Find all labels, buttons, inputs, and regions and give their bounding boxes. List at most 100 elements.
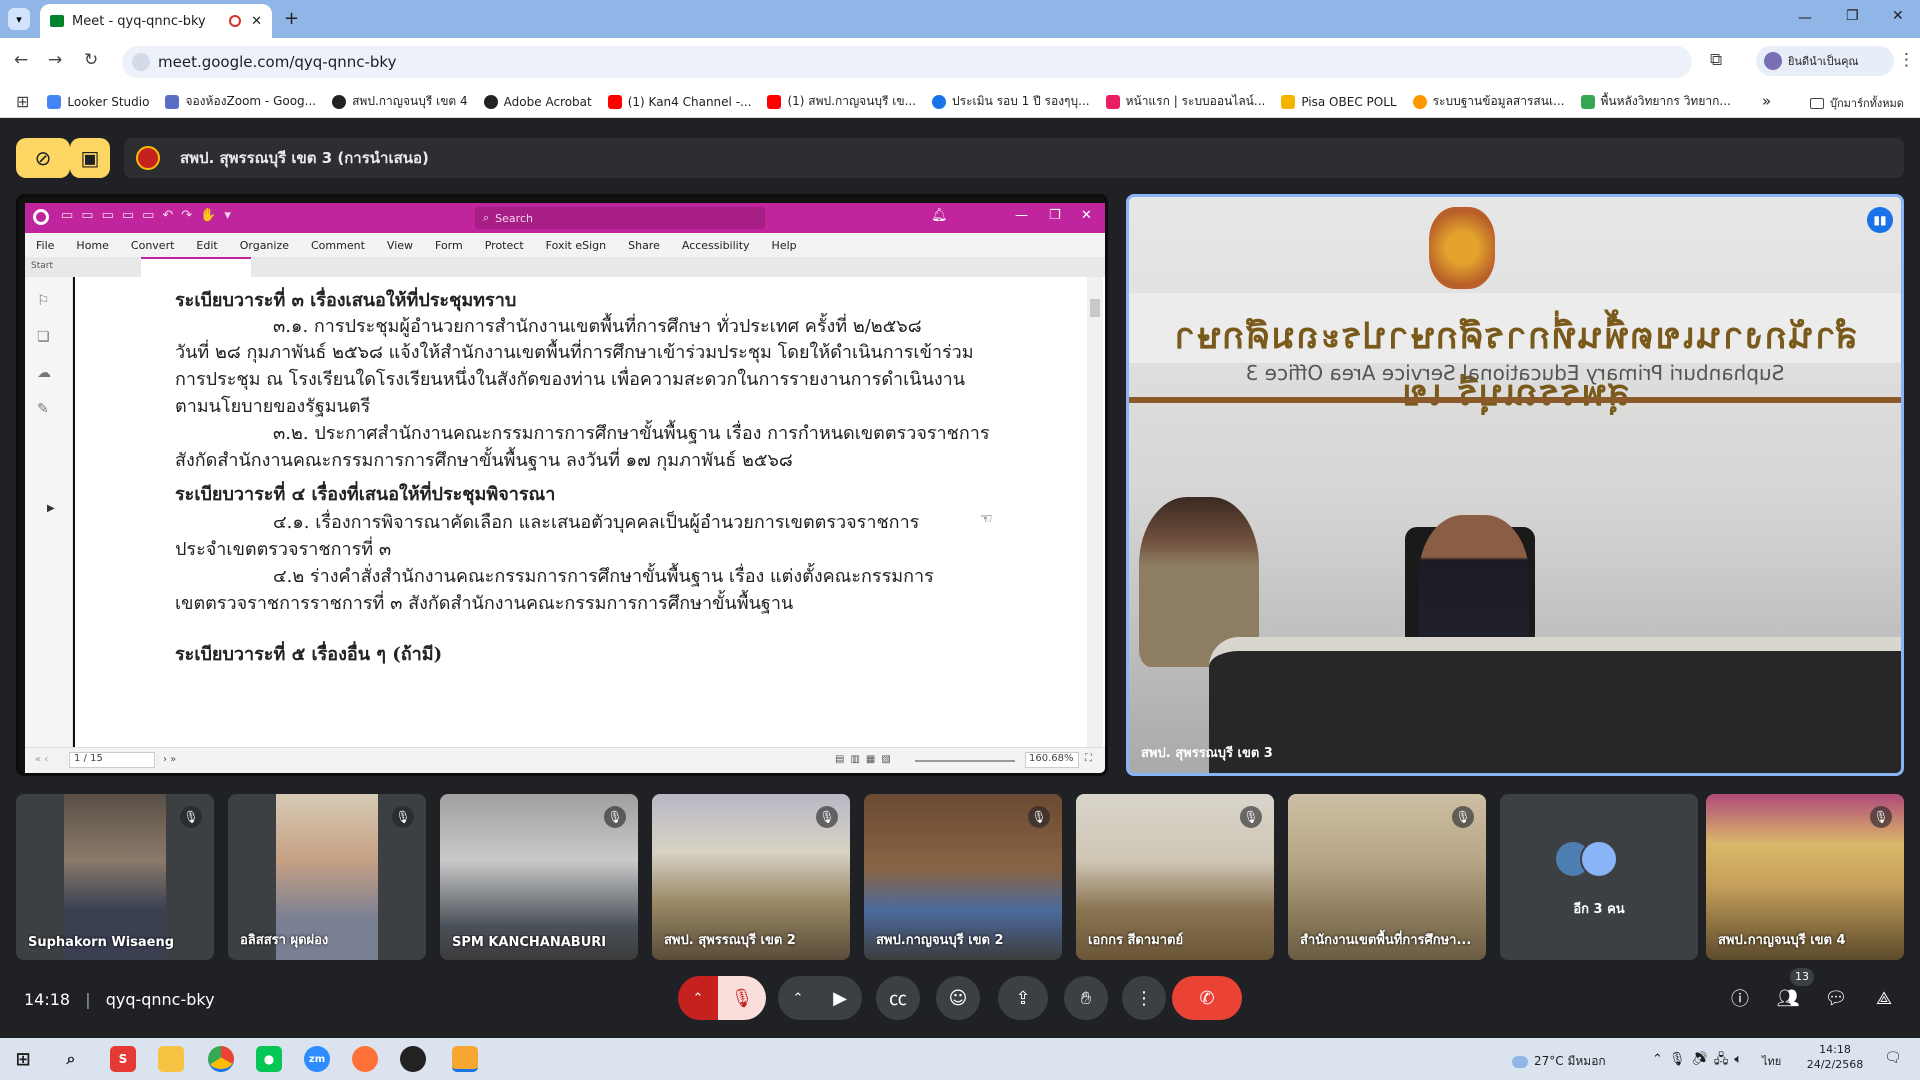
participant-tile[interactable]: 🎙︎ SPM KANCHANABURI	[440, 794, 638, 960]
search-icon[interactable]: ⌕	[58, 1046, 84, 1072]
menu-esign[interactable]: Foxit eSign	[546, 239, 606, 252]
page-next-icon[interactable]: › »	[163, 754, 176, 765]
tab-meet[interactable]: Meet - qyq-qnnc-bky ✕	[40, 4, 272, 38]
bookmark-evaluate[interactable]: ประเมิน รอบ 1 ปี รองๆบุ...	[932, 92, 1090, 111]
view-mode-icons[interactable]: ▤▥▦▧	[835, 754, 897, 765]
chat-icon[interactable]: 💬︎	[1820, 982, 1852, 1014]
raise-hand-button[interactable]: ✋︎	[1064, 976, 1108, 1020]
menu-kebab-icon[interactable]: ⋮	[1898, 50, 1915, 70]
extensions-icon[interactable]: ⧉	[1710, 50, 1722, 70]
window-minimize-icon[interactable]: —	[1798, 10, 1812, 26]
menu-help[interactable]: Help	[772, 239, 797, 252]
tab-search-button[interactable]: ▾	[8, 8, 30, 30]
speaker-video[interactable]: สำนักงานเขตพื้นที่การศึกษาประถมศึกษาสุพร…	[1126, 194, 1904, 776]
address-bar[interactable]: meet.google.com/qyq-qnnc-bky	[122, 46, 1692, 78]
foxit-minimize-icon[interactable]: —	[1015, 208, 1028, 223]
captions-button[interactable]: ㏄	[876, 976, 920, 1020]
bookmark-database[interactable]: ระบบฐานข้อมูลสารสนเ...	[1412, 92, 1565, 111]
participant-tile[interactable]: 🎙︎ อลิสสรา ผุดผ่อง	[228, 794, 426, 960]
zoom-slider[interactable]	[915, 760, 1015, 762]
attachments-panel-icon[interactable]: ✎	[37, 401, 49, 417]
scrollbar[interactable]	[1087, 277, 1103, 747]
fullscreen-icon[interactable]: ⛶	[1085, 753, 1092, 764]
new-tab-button[interactable]: +	[284, 8, 299, 29]
profile-button[interactable]: ยินดีนำเป็นคุณ	[1756, 46, 1894, 76]
menu-comment[interactable]: Comment	[311, 239, 365, 252]
tab-close-icon[interactable]: ✕	[251, 14, 262, 29]
tab-start[interactable]: Start	[31, 261, 53, 271]
more-participants-tile[interactable]: อีก 3 คน	[1500, 794, 1698, 960]
foxit-taskbar-icon[interactable]	[452, 1046, 478, 1072]
system-tray-icons[interactable]: ⌃🎙︎🔊︎🖧🔈︎	[1652, 1050, 1748, 1072]
menu-file[interactable]: File	[36, 239, 54, 252]
bookmark-panel-icon[interactable]: ⚐	[37, 293, 50, 309]
participant-tile[interactable]: 🎙︎ เอกกร สีดามาตย์	[1076, 794, 1274, 960]
pin-presentation-button[interactable]: ▣	[70, 138, 110, 178]
foxit-restore-icon[interactable]: ❐	[1049, 208, 1061, 223]
obs-icon[interactable]	[400, 1046, 426, 1072]
zoom-value[interactable]: 160.68%	[1025, 752, 1079, 768]
firefox-icon[interactable]	[352, 1046, 378, 1072]
line-icon[interactable]: ●	[256, 1046, 282, 1072]
chrome-icon[interactable]	[208, 1046, 234, 1072]
video-options-button[interactable]: ⌃	[778, 976, 818, 1020]
menu-home[interactable]: Home	[76, 239, 108, 252]
foxit-close-icon[interactable]: ✕	[1081, 208, 1092, 223]
app-s-icon[interactable]: S	[110, 1046, 136, 1072]
participant-tile[interactable]: 🎙︎ Suphakorn Wisaeng	[16, 794, 214, 960]
menu-form[interactable]: Form	[435, 239, 463, 252]
input-language[interactable]: ไทย	[1762, 1052, 1781, 1070]
camera-button[interactable]: ▶	[818, 976, 862, 1020]
apps-icon[interactable]: ⊞	[16, 92, 29, 111]
notification-center-icon[interactable]: 🗨︎	[1884, 1050, 1902, 1066]
window-close-icon[interactable]: ✕	[1892, 8, 1904, 24]
forward-icon[interactable]: →	[48, 50, 62, 70]
foxit-search-box[interactable]: ⌕ Search	[475, 207, 765, 229]
bookmark-youtube-1[interactable]: (1) Kan4 Channel -...	[607, 94, 751, 109]
end-call-button[interactable]: ✆	[1172, 976, 1242, 1020]
back-icon[interactable]: ←	[14, 50, 28, 70]
all-bookmarks-button[interactable]: บุ๊กมาร์กทั้งหมด	[1810, 94, 1904, 112]
bookmark-home[interactable]: หน้าแรก | ระบบออนไลน์...	[1105, 92, 1265, 111]
more-options-button[interactable]: ⋮	[1122, 976, 1166, 1020]
menu-protect[interactable]: Protect	[485, 239, 524, 252]
tab-document[interactable]	[141, 257, 251, 277]
reload-icon[interactable]: ↻	[84, 50, 98, 70]
menu-organize[interactable]: Organize	[240, 239, 289, 252]
page-nav-icon[interactable]: « ‹	[35, 754, 48, 765]
bookmark-background[interactable]: พื้นหลังวิทยากร วิทยาก...	[1580, 92, 1731, 111]
activities-icon[interactable]: ⟁	[1868, 982, 1900, 1014]
bookmark-looker[interactable]: Looker Studio	[47, 94, 149, 109]
people-icon[interactable]: 👥︎	[1772, 982, 1804, 1014]
emoji-button[interactable]: ☺	[936, 976, 980, 1020]
expand-panel-icon[interactable]: ▶	[47, 503, 55, 514]
stop-presenting-button[interactable]: ⊘	[16, 138, 70, 178]
notification-icon[interactable]: 🔔︎	[931, 208, 948, 223]
menu-convert[interactable]: Convert	[131, 239, 175, 252]
present-button[interactable]: ⇪	[998, 976, 1048, 1020]
participant-tile[interactable]: 🎙︎ สพป.กาญจนบุรี เขต 2	[864, 794, 1062, 960]
bookmark-acrobat[interactable]: Adobe Acrobat	[483, 94, 592, 109]
bookmark-zoom[interactable]: จองห้องZoom - Goog...	[165, 92, 316, 111]
scroll-thumb[interactable]	[1090, 299, 1100, 317]
pdf-page[interactable]: ระเบียบวาระที่ ๓ เรื่องเสนอให้ที่ประชุมท…	[75, 277, 1105, 747]
weather-widget[interactable]: 27°C มีหมอก	[1512, 1052, 1606, 1071]
participant-tile[interactable]: 🎙︎ สำนักงานเขตพื้นที่การศึกษา...	[1288, 794, 1486, 960]
menu-accessibility[interactable]: Accessibility	[682, 239, 750, 252]
taskbar-clock[interactable]: 14:18 24/2/2568	[1792, 1042, 1878, 1072]
zoom-icon[interactable]: zm	[304, 1046, 330, 1072]
file-explorer-icon[interactable]	[158, 1046, 184, 1072]
bookmark-pisa[interactable]: Pisa OBEC POLL	[1281, 94, 1397, 109]
menu-view[interactable]: View	[387, 239, 413, 252]
page-number-field[interactable]: 1 / 15	[69, 752, 155, 768]
comments-panel-icon[interactable]: ☁	[37, 365, 51, 381]
meeting-details-icon[interactable]: ⓘ	[1724, 982, 1756, 1014]
audio-options-button[interactable]: ⌃	[678, 976, 718, 1020]
participant-tile[interactable]: 🎙︎ สพป. สุพรรณบุรี เขต 2	[652, 794, 850, 960]
menu-edit[interactable]: Edit	[196, 239, 217, 252]
mic-off-button[interactable]: 🎙︎	[718, 976, 766, 1020]
bookmark-kan4[interactable]: สพป.กาญจนบุรี เขต 4	[332, 92, 468, 111]
bookmarks-more-button[interactable]: »	[1762, 92, 1771, 110]
pages-panel-icon[interactable]: ❏	[37, 329, 50, 345]
windows-start-icon[interactable]: ⊞	[10, 1046, 36, 1072]
